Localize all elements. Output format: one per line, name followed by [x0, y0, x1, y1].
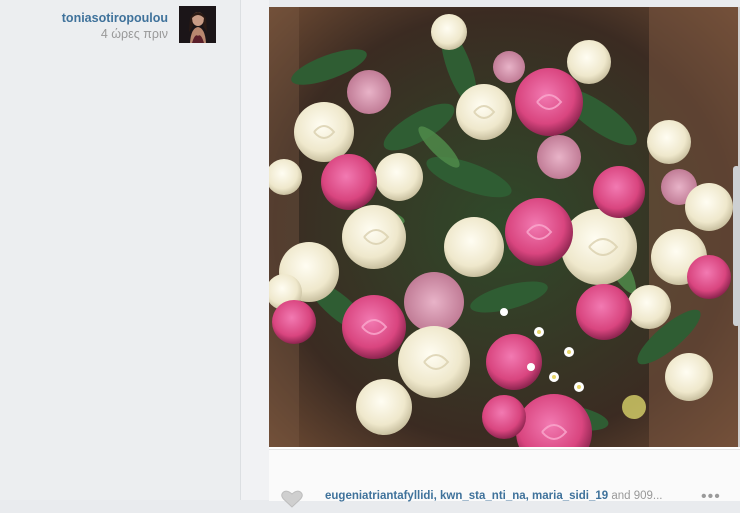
post-timestamp: 4 ώρες πριν [100, 27, 168, 41]
photo-card: eugeniatriantafyllidi, kwn_sta_nti_na, m… [269, 7, 740, 508]
liker-names[interactable]: eugeniatriantafyllidi, kwn_sta_nti_na, m… [325, 490, 608, 502]
heart-icon[interactable] [281, 490, 303, 508]
username-link[interactable]: toniasotiropoulou [62, 10, 168, 26]
post-photo[interactable] [269, 7, 738, 447]
more-options-icon[interactable]: ••• [701, 488, 721, 506]
post-author: toniasotiropoulou 4 ώρες πριν [62, 10, 168, 42]
avatar[interactable] [179, 6, 216, 43]
likes-count[interactable]: and 909... [608, 490, 662, 502]
post-header-panel: toniasotiropoulou 4 ώρες πριν [0, 0, 241, 500]
post-footer: eugeniatriantafyllidi, kwn_sta_nti_na, m… [269, 449, 740, 508]
gutter [241, 0, 269, 500]
scrollbar[interactable] [733, 166, 740, 326]
likes-summary: eugeniatriantafyllidi, kwn_sta_nti_na, m… [325, 490, 663, 502]
